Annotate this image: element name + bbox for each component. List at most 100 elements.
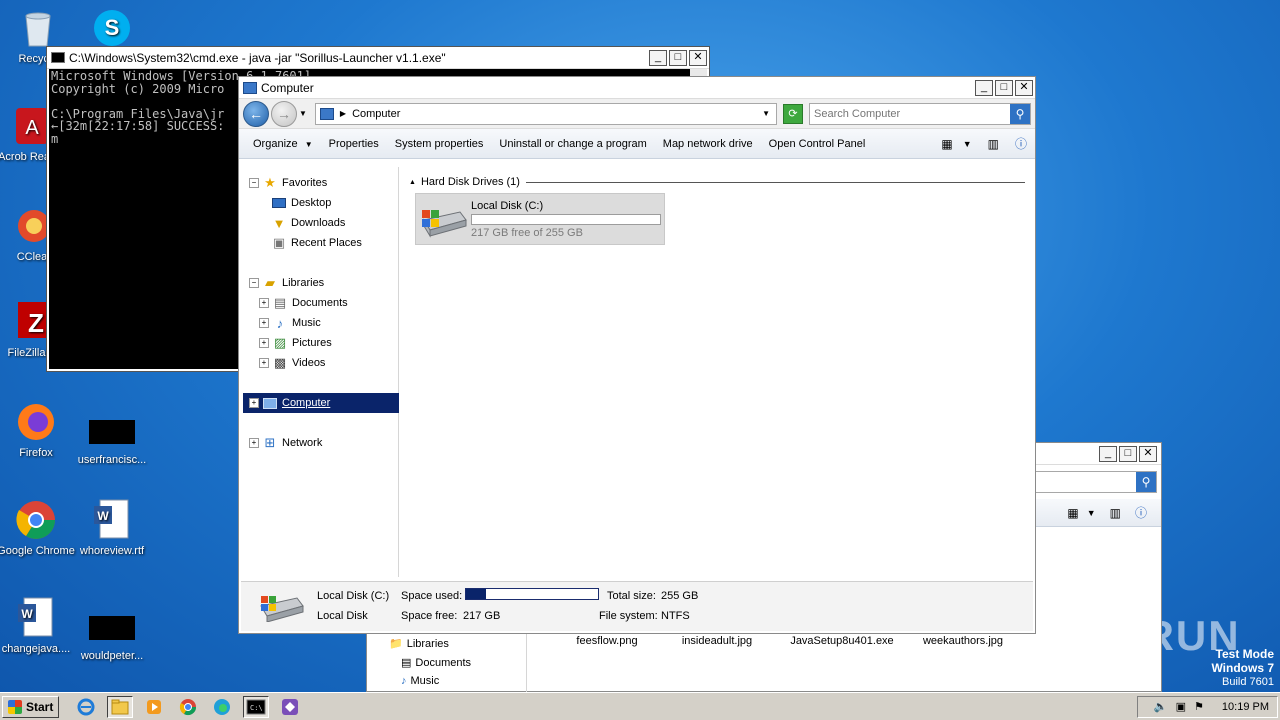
- nav-item-music[interactable]: + ♪ Music: [259, 313, 415, 333]
- clock[interactable]: 10:19 PM: [1222, 701, 1269, 713]
- nav-item-favorites[interactable]: − ★ Favorites: [249, 173, 405, 193]
- explorer-taskbar-icon[interactable]: [107, 695, 134, 718]
- desktop-icon-userfrancisc[interactable]: userfrancisc...: [72, 410, 152, 467]
- cmd-titlebar[interactable]: C:\Windows\System32\cmd.exe - java -jar …: [47, 47, 709, 69]
- maximize-button[interactable]: □: [669, 49, 687, 66]
- file-item[interactable]: weekauthors.jpg: [913, 635, 1013, 647]
- organize-label: Organize: [253, 137, 298, 150]
- volume-icon[interactable]: 🔈: [1154, 700, 1168, 713]
- close-button[interactable]: ✕: [689, 49, 707, 66]
- drive-free-text: 217 GB free of 255 GB: [471, 227, 583, 239]
- preview-pane-icon[interactable]: ▥: [1110, 506, 1121, 520]
- edge-icon[interactable]: [209, 696, 235, 718]
- close-button[interactable]: ✕: [1139, 445, 1157, 462]
- nav-item-computer[interactable]: + Computer: [243, 393, 399, 413]
- close-button[interactable]: ✕: [1015, 79, 1033, 96]
- chevron-down-icon[interactable]: ▼: [1087, 508, 1096, 518]
- explorer-titlebar[interactable]: Computer _ □ ✕: [239, 77, 1035, 99]
- navigation-pane: − ★ Favorites Desktop ▼ Downloads ▣ Rece…: [241, 167, 399, 577]
- minimize-button[interactable]: _: [649, 49, 667, 66]
- nav-item-documents[interactable]: + ▤ Documents: [259, 293, 415, 313]
- open-control-panel-button[interactable]: Open Control Panel: [761, 138, 874, 150]
- desktop-icon-wouldpeter[interactable]: wouldpeter...: [72, 606, 152, 663]
- file-item[interactable]: JavaSetup8u401.exe: [787, 635, 897, 647]
- back-button[interactable]: ←: [243, 100, 269, 127]
- refresh-icon[interactable]: ⟳: [783, 103, 803, 124]
- organize-button[interactable]: Organize ▼: [245, 138, 321, 150]
- desktop-icon-changejava[interactable]: W changejava....: [0, 596, 76, 656]
- desktop-icon-whoreview[interactable]: W whoreview.rtf: [72, 498, 152, 558]
- forward-button[interactable]: →: [271, 100, 297, 127]
- file-item[interactable]: insideadult.jpg: [667, 635, 767, 647]
- expand-icon[interactable]: +: [249, 438, 259, 448]
- skype-icon: S: [90, 6, 134, 50]
- documents-icon: ▤: [273, 295, 287, 310]
- help-icon[interactable]: ⓘ: [1135, 504, 1147, 521]
- nav-item-videos[interactable]: + ▩ Videos: [259, 353, 415, 373]
- chrome-taskbar-icon[interactable]: [175, 696, 201, 718]
- map-network-drive-button[interactable]: Map network drive: [655, 138, 761, 150]
- recent-pages-icon[interactable]: ▼: [299, 109, 307, 118]
- network-status-icon[interactable]: ▣: [1176, 700, 1186, 713]
- preview-pane-icon[interactable]: ▥: [988, 137, 999, 151]
- action-center-icon[interactable]: ⚑: [1194, 700, 1204, 713]
- view-options-icon[interactable]: ▦: [1067, 506, 1078, 520]
- address-bar[interactable]: ▶ Computer ▼: [314, 102, 777, 125]
- drive-usage-bar: [471, 214, 661, 225]
- media-player-icon[interactable]: [141, 696, 167, 718]
- minimize-button[interactable]: _: [975, 79, 993, 96]
- nav-item-music[interactable]: ♪ Music: [401, 675, 439, 687]
- sorillus-launcher-icon[interactable]: [277, 696, 303, 718]
- collapse-icon[interactable]: −: [249, 278, 259, 288]
- nav-label: Documents: [292, 297, 348, 309]
- maximize-button[interactable]: □: [995, 79, 1013, 96]
- desktop-icon-chrome[interactable]: Google Chrome: [0, 498, 76, 558]
- expand-icon[interactable]: +: [259, 318, 269, 328]
- background-search-input[interactable]: ⚲: [1027, 471, 1157, 493]
- uninstall-program-button[interactable]: Uninstall or change a program: [491, 138, 654, 150]
- nav-item-libraries[interactable]: − ▰ Libraries: [249, 273, 405, 293]
- search-box[interactable]: ⚲: [809, 102, 1031, 125]
- minimize-button[interactable]: _: [1099, 445, 1117, 462]
- total-size-value: 255 GB: [661, 590, 699, 602]
- chevron-down-icon[interactable]: ▼: [963, 139, 972, 149]
- drive-tile[interactable]: Local Disk (C:) 217 GB free of 255 GB: [415, 193, 665, 245]
- group-header[interactable]: ▲ Hard Disk Drives (1): [409, 175, 1025, 189]
- libraries-icon: ▰: [265, 275, 275, 290]
- expand-icon[interactable]: +: [249, 398, 259, 408]
- start-button[interactable]: Start: [2, 695, 60, 718]
- expand-icon[interactable]: +: [259, 358, 269, 368]
- collapse-icon[interactable]: −: [249, 178, 259, 188]
- nav-item-network[interactable]: + ⊞ Network: [249, 433, 405, 453]
- nav-label: Documents: [415, 656, 472, 669]
- desktop-icon-firefox[interactable]: Firefox: [0, 400, 76, 460]
- search-icon[interactable]: ⚲: [1136, 472, 1156, 492]
- help-icon[interactable]: ⓘ: [1015, 135, 1027, 152]
- cmd-taskbar-icon[interactable]: C:\: [243, 695, 270, 718]
- explorer-window[interactable]: Computer _ □ ✕ ← → ▼ ▶ Computer ▼ ⟳ ⚲ Or…: [238, 76, 1036, 634]
- file-system-label: File system:: [599, 610, 658, 622]
- properties-button[interactable]: Properties: [321, 138, 387, 150]
- expand-icon[interactable]: +: [259, 298, 269, 308]
- file-item[interactable]: feesflow.png: [557, 635, 657, 647]
- total-size-label: Total size:: [607, 590, 656, 602]
- search-input[interactable]: [810, 104, 1010, 123]
- search-icon[interactable]: ⚲: [1010, 103, 1030, 124]
- watermark-line-2: Windows 7: [1211, 661, 1274, 675]
- details-drive-icon: [259, 594, 305, 625]
- nav-item-libraries[interactable]: 📁 Libraries: [389, 637, 449, 651]
- view-options-icon[interactable]: ▦: [941, 137, 952, 151]
- svg-text:Z: Z: [28, 308, 44, 338]
- desktop-icon-label: wouldpeter...: [80, 650, 144, 662]
- internet-explorer-icon[interactable]: [73, 696, 99, 718]
- system-properties-button[interactable]: System properties: [387, 138, 492, 150]
- chevron-down-icon[interactable]: ▼: [762, 109, 770, 118]
- svg-text:A: A: [25, 117, 39, 139]
- nav-item-documents[interactable]: ▤ Documents: [401, 656, 472, 670]
- view-controls: ▦ ▼ ▥ ⓘ: [931, 135, 1035, 152]
- collapse-triangle-icon[interactable]: ▲: [409, 179, 416, 186]
- svg-text:S: S: [105, 15, 120, 40]
- nav-item-pictures[interactable]: + ▨ Pictures: [259, 333, 415, 353]
- maximize-button[interactable]: □: [1119, 445, 1137, 462]
- expand-icon[interactable]: +: [259, 338, 269, 348]
